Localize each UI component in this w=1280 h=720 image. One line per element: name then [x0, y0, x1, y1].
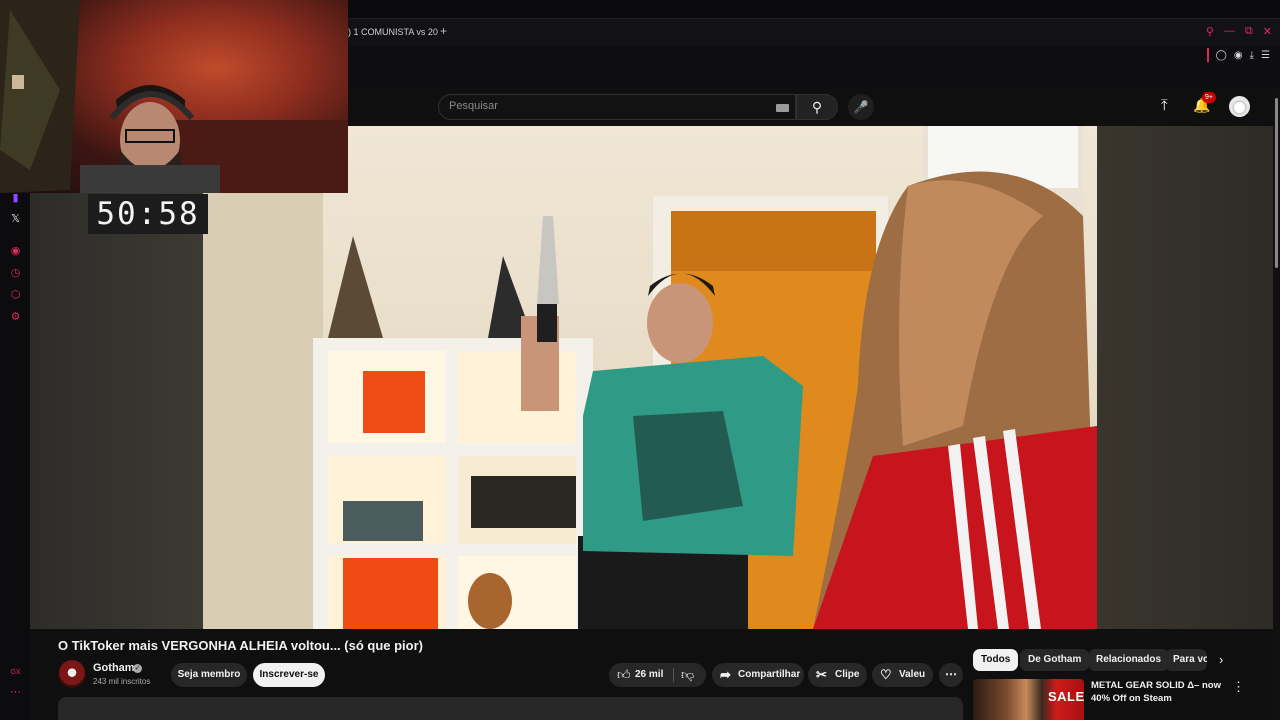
thumbs-down-icon[interactable]: 👎︎ — [681, 667, 694, 683]
chip-from-channel[interactable]: De Gotham — [1020, 649, 1090, 671]
kebab-menu-icon[interactable]: ⋮ — [1232, 679, 1245, 695]
recommendation-title[interactable]: METAL GEAR SOLID Δ– now 40% Off on Steam — [1091, 679, 1221, 705]
download-icon[interactable]: ⤓ — [1250, 50, 1254, 61]
microphone-icon: 🎤 — [853, 100, 869, 114]
channel-name[interactable]: Gotham — [93, 662, 135, 674]
video-player[interactable] — [30, 126, 1273, 629]
settings-icon[interactable]: ⚙ — [9, 311, 22, 324]
share-icon: ➦ — [720, 667, 731, 682]
voice-search-button[interactable]: 🎤 — [848, 94, 874, 120]
subscriber-count: 243 mil inscritos — [93, 677, 151, 686]
like-dislike-group: 👍︎ 26 mil 👎︎ — [609, 663, 706, 687]
thanks-label: Valeu — [899, 669, 926, 680]
restore-icon[interactable]: ⧉ — [1245, 25, 1253, 38]
video-content — [203, 126, 1097, 629]
scrollbar-thumb[interactable] — [1275, 98, 1278, 268]
more-icon[interactable]: ⋯ — [9, 686, 22, 699]
avatar[interactable] — [1229, 96, 1250, 117]
history-icon[interactable]: ◷ — [9, 267, 22, 280]
search-icon: ⚲ — [811, 99, 823, 115]
share-label: Compartilhar — [738, 669, 801, 680]
accent-divider — [1206, 48, 1209, 62]
clip-label: Clipe — [835, 669, 860, 680]
page-scrollbar[interactable] — [1273, 88, 1280, 720]
keyboard-icon[interactable] — [776, 104, 789, 112]
notification-badge: 9+ — [1202, 92, 1216, 103]
thumbnail-sale-text: SALE — [1048, 689, 1085, 704]
more-actions-button[interactable]: ⋯ — [939, 663, 963, 687]
search-input[interactable]: Pesquisar — [438, 94, 796, 120]
menu-icon[interactable]: ☰ — [1261, 50, 1270, 61]
new-tab-button[interactable]: + — [440, 24, 447, 38]
stream-timer: 50:58 — [88, 194, 208, 234]
scissors-icon: ✂ — [816, 667, 827, 682]
divider — [673, 668, 674, 682]
search-button[interactable]: ⚲ — [796, 94, 838, 120]
player-icon[interactable]: ◉ — [9, 245, 22, 258]
video-title: O TikToker mais VERGONHA ALHEIA voltou..… — [58, 638, 424, 653]
heart-dollar-icon: ♡ — [880, 667, 892, 682]
verified-icon: ✓ — [133, 664, 142, 673]
tab-title[interactable]: ) 1 COMUNISTA vs 20 — [348, 27, 438, 37]
gx-icon[interactable]: GX — [9, 666, 22, 679]
x-icon[interactable]: 𝕏 — [9, 213, 22, 226]
chip-related[interactable]: Relacionados — [1088, 649, 1170, 671]
window-controls: ⚲ — ⧉ ✕ — [1206, 25, 1272, 38]
join-button[interactable]: Seja membro — [171, 663, 247, 687]
like-count[interactable]: 26 mil — [635, 669, 663, 680]
twitch-icon[interactable]: ▮ — [9, 192, 22, 205]
share-button[interactable]: ➦ Compartilhar — [712, 663, 804, 687]
webcam-overlay — [0, 0, 348, 193]
webcam-scene — [0, 0, 348, 193]
chip-for-you[interactable]: Para você — [1165, 649, 1207, 671]
chip-all[interactable]: Todos — [973, 649, 1019, 671]
extension-icons: ◯ ◉ ⤓ ☰ — [1206, 48, 1270, 62]
video-frame[interactable] — [203, 126, 1097, 629]
extensions-icon[interactable]: ◯ — [1216, 50, 1227, 61]
upload-icon[interactable]: ⤒ — [1161, 97, 1168, 114]
wallet-icon[interactable]: ◉ — [1234, 50, 1243, 61]
search-placeholder: Pesquisar — [449, 100, 498, 112]
extensions-icon[interactable]: ⬡ — [9, 289, 22, 302]
channel-avatar[interactable] — [58, 660, 86, 688]
minimize-icon[interactable]: — — [1224, 25, 1235, 38]
chevron-right-icon[interactable]: › — [1219, 652, 1223, 667]
close-icon[interactable]: ✕ — [1263, 25, 1272, 38]
clip-button[interactable]: ✂ Clipe — [808, 663, 867, 687]
thumbs-up-icon[interactable]: 👍︎ — [617, 667, 631, 683]
subscribe-button[interactable]: Inscrever-se — [253, 663, 325, 687]
thanks-button[interactable]: ♡ Valeu — [872, 663, 933, 687]
description-box[interactable] — [58, 697, 963, 720]
search-icon[interactable]: ⚲ — [1206, 25, 1214, 38]
